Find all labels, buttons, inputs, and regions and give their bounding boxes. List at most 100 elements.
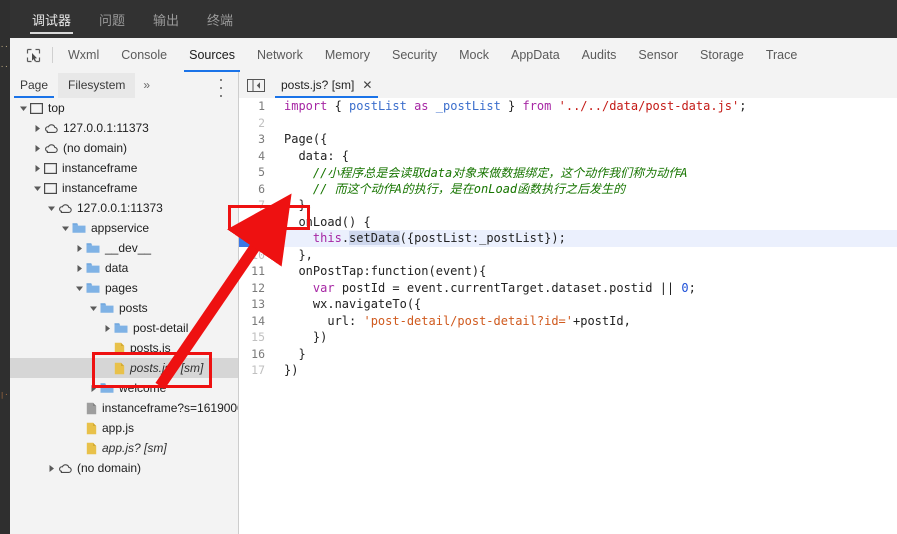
code-line-6[interactable]: 6 // 而这个动作A的执行，是在onLoad函数执行之后发生的 <box>239 181 897 198</box>
code-line-14[interactable]: 14 url: 'post-detail/post-detail?id='+po… <box>239 313 897 330</box>
panel-tab-trace[interactable]: Trace <box>755 39 809 72</box>
code-line-17[interactable]: 17}) <box>239 362 897 379</box>
tree-item--no-domain-[interactable]: (no domain) <box>10 138 238 158</box>
ide-tab-0[interactable]: 调试器 <box>30 0 74 38</box>
code-line-16[interactable]: 16 } <box>239 346 897 363</box>
chevron-right-icon[interactable] <box>30 121 44 135</box>
tree-item-data[interactable]: data <box>10 258 238 278</box>
tree-item-posts-js-sm-[interactable]: posts.js? [sm] <box>10 358 238 378</box>
chevron-down-icon[interactable] <box>58 221 72 235</box>
code-line-3[interactable]: 3 Page({ <box>239 131 897 148</box>
more-tabs-chevron-icon[interactable]: » <box>135 78 158 92</box>
close-icon[interactable]: ✕ <box>362 79 372 91</box>
tree-item-posts[interactable]: posts <box>10 298 238 318</box>
code-line-7[interactable]: 7 }, <box>239 197 897 214</box>
line-number[interactable]: 15 <box>239 330 265 344</box>
panel-tab-appdata[interactable]: AppData <box>500 39 571 72</box>
line-number[interactable]: 7 <box>239 198 265 212</box>
line-number[interactable]: 6 <box>239 182 265 196</box>
editor-tab-posts-js[interactable]: posts.js? [sm] ✕ <box>275 73 379 98</box>
tree-item-instanceframe[interactable]: instanceframe <box>10 158 238 178</box>
line-number[interactable]: 16 <box>239 347 265 361</box>
tree-item-top[interactable]: top <box>10 98 238 118</box>
more-options-icon[interactable] <box>214 76 228 100</box>
line-number[interactable]: 2 <box>239 116 265 130</box>
tab-filesystem[interactable]: Filesystem <box>58 72 136 98</box>
tree-item-post-detail[interactable]: post-detail <box>10 318 238 338</box>
code-line-9[interactable]: 9 this.setData({postList:_postList}); <box>239 230 897 247</box>
tree-item-app-js-sm-[interactable]: app.js? [sm] <box>10 438 238 458</box>
chevron-down-icon[interactable] <box>72 281 86 295</box>
code-line-13[interactable]: 13 wx.navigateTo({ <box>239 296 897 313</box>
ide-tab-3[interactable]: 终端 <box>205 0 235 38</box>
code-line-10[interactable]: 10 }, <box>239 247 897 264</box>
tree-item-posts-js[interactable]: posts.js <box>10 338 238 358</box>
ide-tabs: 调试器 问题 输出 终端 <box>30 0 259 38</box>
line-number[interactable]: 10 <box>239 248 265 262</box>
chevron-right-icon[interactable] <box>72 241 86 255</box>
chevron-right-icon[interactable] <box>30 141 44 155</box>
chevron-right-icon[interactable] <box>44 461 58 475</box>
tree-item--dev-[interactable]: __dev__ <box>10 238 238 258</box>
cloud-icon <box>44 123 58 134</box>
chevron-right-icon[interactable] <box>72 261 86 275</box>
tree-item-instanceframe-s-1619000[interactable]: instanceframe?s=1619000 <box>10 398 238 418</box>
code-line-text: import { postList as _postList } from '.… <box>284 99 747 114</box>
folder-icon <box>100 382 114 394</box>
panel-tab-audits[interactable]: Audits <box>571 39 628 72</box>
line-number[interactable]: 1 <box>239 99 265 113</box>
panel-tab-label: AppData <box>511 48 560 62</box>
panel-tab-memory[interactable]: Memory <box>314 39 381 72</box>
panel-tab-wxml[interactable]: Wxml <box>57 39 110 72</box>
chevron-down-icon[interactable] <box>30 181 44 195</box>
line-number[interactable]: 13 <box>239 297 265 311</box>
chevron-down-icon[interactable] <box>16 101 30 115</box>
folder-icon <box>100 302 114 314</box>
chevron-down-icon[interactable] <box>86 301 100 315</box>
line-number[interactable]: 5 <box>239 165 265 179</box>
panel-tab-mock[interactable]: Mock <box>448 39 500 72</box>
tree-item-app-js[interactable]: app.js <box>10 418 238 438</box>
line-number[interactable]: 14 <box>239 314 265 328</box>
tree-item-label: top <box>48 101 65 115</box>
line-number[interactable]: 12 <box>239 281 265 295</box>
tree-item-appservice[interactable]: appservice <box>10 218 238 238</box>
tree-item-pages[interactable]: pages <box>10 278 238 298</box>
chevron-down-icon[interactable] <box>44 201 58 215</box>
ide-tab-2[interactable]: 输出 <box>151 0 181 38</box>
tree-item-127-0-0-1-11373[interactable]: 127.0.0.1:11373 <box>10 198 238 218</box>
ide-tab-1[interactable]: 问题 <box>97 0 127 38</box>
line-number[interactable]: 8 <box>239 215 265 229</box>
code-line-15[interactable]: 15 }) <box>239 329 897 346</box>
line-number[interactable]: 11 <box>239 264 265 278</box>
tab-page[interactable]: Page <box>10 73 58 98</box>
chevron-right-icon[interactable] <box>100 321 114 335</box>
code-line-11[interactable]: 11 onPostTap:function(event){ <box>239 263 897 280</box>
panel-tab-network[interactable]: Network <box>246 39 314 72</box>
panel-tab-storage[interactable]: Storage <box>689 39 755 72</box>
panel-tab-console[interactable]: Console <box>110 39 178 72</box>
toggle-navigator-icon[interactable] <box>245 77 267 93</box>
tree-item-127-0-0-1-11373[interactable]: 127.0.0.1:11373 <box>10 118 238 138</box>
tree-item-welcome[interactable]: welcome <box>10 378 238 398</box>
line-number[interactable]: 3 <box>239 132 265 146</box>
chevron-right-icon[interactable] <box>30 161 44 175</box>
line-number[interactable]: 17 <box>239 363 265 377</box>
panel-tab-sources[interactable]: Sources <box>178 39 246 72</box>
inspect-element-icon[interactable] <box>18 42 48 68</box>
code-line-5[interactable]: 5 //小程序总是会读取data对象来做数据绑定，这个动作我们称为动作A <box>239 164 897 181</box>
code-editor[interactable]: 1 import { postList as _postList } from '… <box>239 98 897 534</box>
code-line-1[interactable]: 1 import { postList as _postList } from '… <box>239 98 897 115</box>
code-line-2[interactable]: 2 <box>239 115 897 132</box>
code-line-4[interactable]: 4 data: { <box>239 148 897 165</box>
tree-item--no-domain-[interactable]: (no domain) <box>10 458 238 478</box>
code-line-8[interactable]: 8 onLoad() { <box>239 214 897 231</box>
panel-tab-label: Console <box>121 48 168 62</box>
chevron-right-icon[interactable] <box>86 381 100 395</box>
panel-tab-security[interactable]: Security <box>381 39 448 72</box>
line-number[interactable]: 4 <box>239 149 265 163</box>
code-line-12[interactable]: 12 var postId = event.currentTarget.data… <box>239 280 897 297</box>
panel-tab-sensor[interactable]: Sensor <box>627 39 689 72</box>
tree-item-instanceframe[interactable]: instanceframe <box>10 178 238 198</box>
breakpoint-marker[interactable]: 9 <box>239 230 285 247</box>
